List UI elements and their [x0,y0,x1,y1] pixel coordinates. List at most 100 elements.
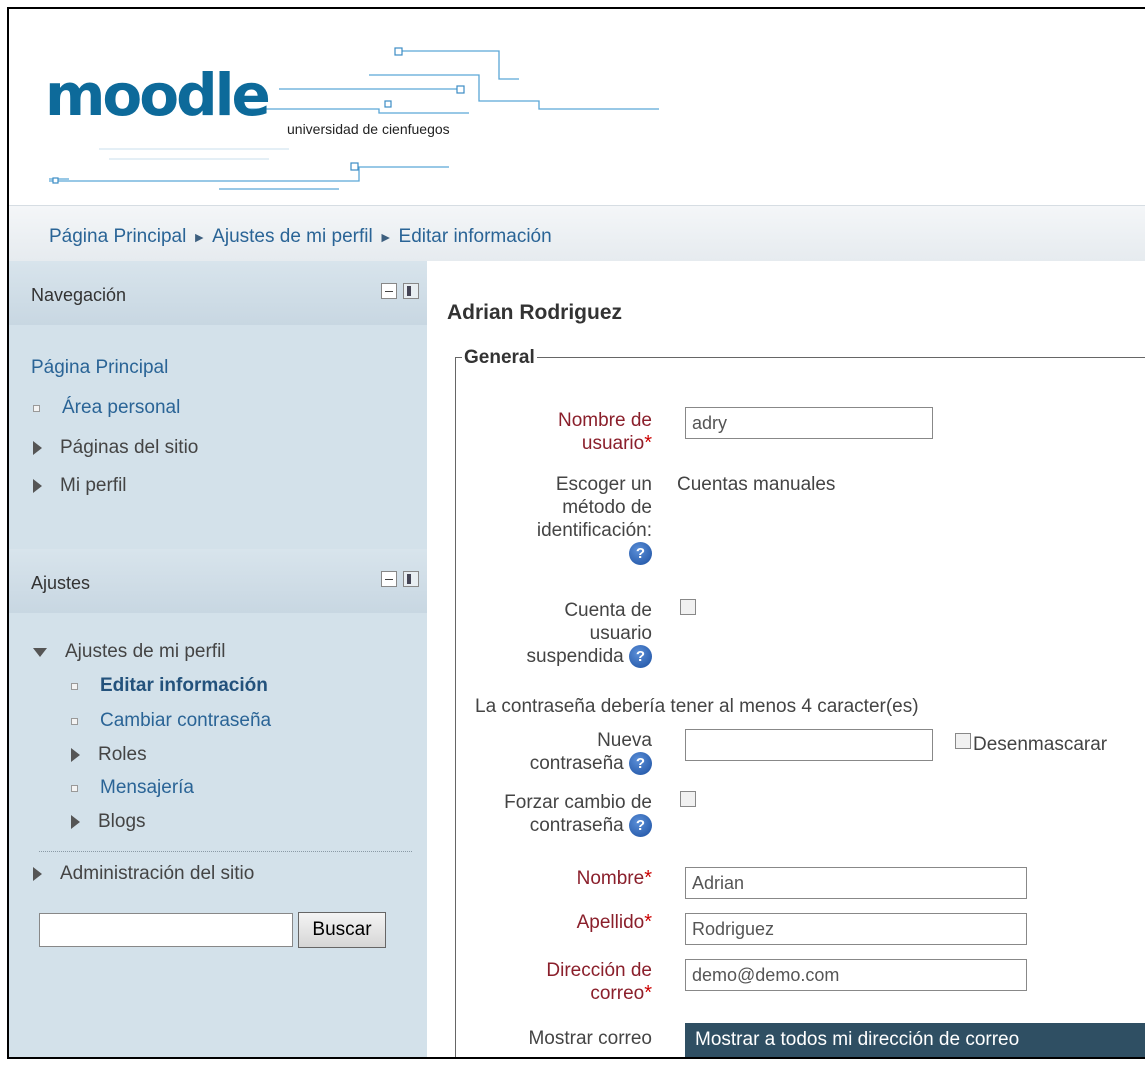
navigation-block-controls [381,283,419,299]
page-title: Adrian Rodriguez [447,301,623,324]
breadcrumb-separator-icon: ► [378,229,393,245]
site-header: moodle universidad de cienfuegos [9,9,1145,205]
unmask-checkbox[interactable] [955,733,971,749]
newpass-label-line2: contraseña [529,753,624,774]
breadcrumb-home[interactable]: Página Principal [49,226,186,248]
unmask-label[interactable]: Desenmascarar [973,733,1107,756]
maildisplay-select[interactable]: Mostrar a todos mi dirección de correo [685,1023,1145,1057]
nav-site-pages-label[interactable]: Páginas del sitio [60,437,198,459]
bullet-square-icon [33,404,40,412]
email-label-line1: Dirección de [546,960,652,981]
auth-label-line2: método de [562,497,652,518]
firstname-label: Nombre* [517,867,652,890]
bullet-square-icon [71,682,78,690]
settings-change-password-label[interactable]: Cambiar contraseña [100,710,271,732]
firstname-field[interactable]: Adrian [685,867,1027,899]
suspended-label: Cuenta de usuario suspendida ? [467,599,652,669]
settings-item-messaging[interactable]: Mensajería [71,777,194,799]
moodle-logo-text: moodle [45,61,271,129]
dock-icon[interactable] [403,571,419,587]
settings-search-input[interactable] [39,913,293,947]
breadcrumb-profile-settings[interactable]: Ajustes de mi perfil [212,226,373,248]
expand-triangle-icon[interactable] [71,748,80,762]
nav-item-site-pages[interactable]: Páginas del sitio [33,437,198,459]
suspended-label-line3: suspendida [526,646,624,667]
force-label-line2: contraseña [529,815,624,836]
settings-block-title: Ajustes [31,573,91,593]
expand-triangle-icon[interactable] [71,815,80,829]
expand-triangle-icon[interactable] [33,479,42,493]
breadcrumb-edit-info[interactable]: Editar información [399,226,552,248]
nav-my-profile-label[interactable]: Mi perfil [60,475,127,497]
sidebar: Navegación Página Principal Área persona… [9,261,427,1057]
force-label-line1: Forzar cambio de [504,792,652,813]
suspended-label-line2: usuario [589,623,652,644]
username-label: Nombre de usuario* [517,409,652,455]
nav-item-my-profile[interactable]: Mi perfil [33,475,127,497]
minimize-icon[interactable] [381,283,397,299]
required-star-icon: * [644,432,652,454]
breadcrumb: Página Principal ► Ajustes de mi perfil … [49,226,552,248]
collapse-triangle-icon[interactable] [33,647,47,657]
help-icon[interactable]: ? [629,814,652,838]
nav-personal-area-label[interactable]: Área personal [62,397,180,419]
navigation-block-title: Navegación [31,285,127,305]
force-password-change-label: Forzar cambio de contraseña ? [447,791,652,838]
dock-icon[interactable] [403,283,419,299]
browser-frame: moodle universidad de cienfuegos Página … [7,7,1145,1059]
auth-method-value: Cuentas manuales [677,474,836,495]
breadcrumb-separator-icon: ► [192,229,207,245]
settings-profile-label[interactable]: Ajustes de mi perfil [65,641,226,663]
email-label: Dirección de correo* [517,959,652,1005]
settings-messaging-label[interactable]: Mensajería [100,777,194,799]
search-button[interactable]: Buscar [298,912,386,948]
settings-site-admin-label[interactable]: Administración del sitio [60,863,254,885]
settings-item-blogs[interactable]: Blogs [71,811,146,833]
force-password-change-checkbox[interactable] [680,791,696,807]
help-icon[interactable]: ? [629,542,652,566]
settings-item-site-admin[interactable]: Administración del sitio [33,863,254,885]
settings-edit-info-label[interactable]: Editar información [100,675,268,697]
expand-triangle-icon[interactable] [33,867,42,881]
suspended-checkbox[interactable] [680,599,696,615]
navigation-block-header: Navegación [9,261,427,325]
newpass-label-line1: Nueva [597,730,652,751]
new-password-field[interactable] [685,729,933,761]
username-label-line1: Nombre de [558,410,652,431]
required-star-icon: * [644,867,652,889]
settings-item-edit-info[interactable]: Editar información [71,675,268,697]
password-hint: La contraseña debería tener al menos 4 c… [475,696,919,717]
maildisplay-label: Mostrar correo [528,1028,652,1049]
settings-divider [39,851,412,852]
suspended-label-line1: Cuenta de [564,600,652,621]
general-legend[interactable]: General [462,347,537,369]
site-logo[interactable]: moodle universidad de cienfuegos [39,39,659,199]
lastname-field[interactable]: Rodriguez [685,913,1027,945]
bullet-square-icon [71,717,78,725]
minimize-icon[interactable] [381,571,397,587]
username-label-line2: usuario [581,433,645,454]
settings-item-change-password[interactable]: Cambiar contraseña [71,710,271,732]
logo-subtitle: universidad de cienfuegos [287,121,450,137]
main-content: Adrian Rodriguez General Nombre de usuar… [427,261,1145,1057]
settings-roles-label[interactable]: Roles [98,744,147,766]
settings-blogs-label[interactable]: Blogs [98,811,146,833]
auth-method-label: Escoger un método de identificación: ? [497,473,652,566]
settings-block-header: Ajustes [9,549,427,613]
auth-label-line3: identificación: [536,520,652,541]
settings-item-profile-settings[interactable]: Ajustes de mi perfil [33,641,226,663]
required-star-icon: * [644,982,652,1004]
bullet-square-icon [71,784,78,792]
firstname-label-text: Nombre [576,868,645,889]
settings-item-roles[interactable]: Roles [71,744,147,766]
nav-item-personal-area[interactable]: Área personal [33,397,180,419]
help-icon[interactable]: ? [629,645,652,669]
help-icon[interactable]: ? [629,752,652,776]
username-field[interactable]: adry [685,407,933,439]
nav-item-home[interactable]: Página Principal [31,357,168,379]
expand-triangle-icon[interactable] [33,441,42,455]
lastname-label-text: Apellido [576,912,645,933]
email-field[interactable]: demo@demo.com [685,959,1027,991]
settings-block-controls [381,571,419,587]
nav-home-label[interactable]: Página Principal [31,357,168,379]
